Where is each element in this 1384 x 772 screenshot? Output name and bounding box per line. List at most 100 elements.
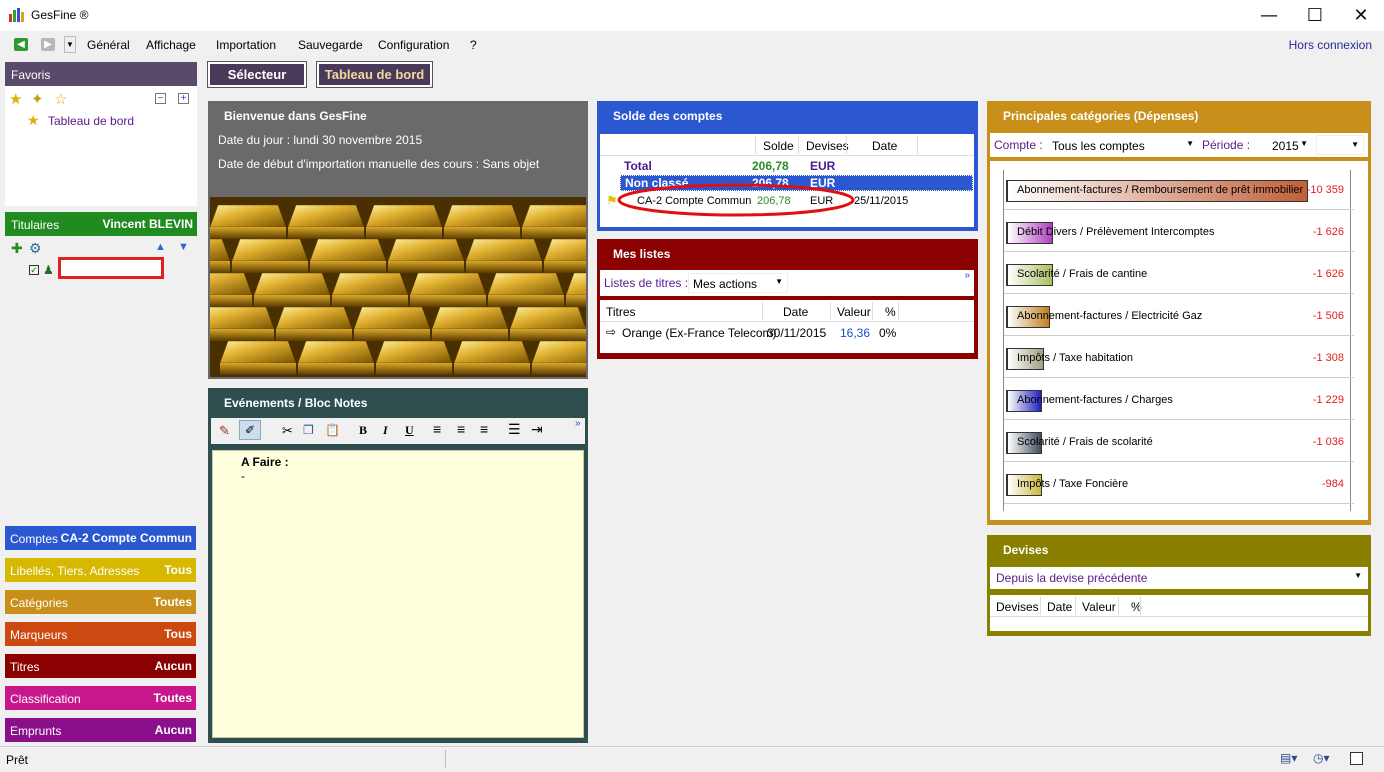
clock-icon[interactable]: ◷▾ [1313, 751, 1330, 765]
back-arrow-icon[interactable]: ◀ [14, 38, 28, 51]
period-filter-select[interactable]: 2015 ▼ [1268, 135, 1312, 155]
category-row[interactable]: Débit Divers / Prélèvement Intercomptes -… [1004, 210, 1354, 252]
add-holder-icon[interactable]: ✚ [11, 240, 23, 257]
view-mode-icon[interactable]: ▤▾ [1280, 751, 1297, 765]
note-edit-icon[interactable]: ✐ [239, 420, 261, 440]
collapse-icon[interactable]: − [155, 93, 166, 104]
category-label: Abonnement-factures / Charges [1017, 394, 1173, 406]
balances-total-row[interactable]: Total 206,78 EUR [600, 158, 974, 174]
copy-icon[interactable]: ❐ [303, 423, 314, 437]
category-label: Scolarité / Frais de cantine [1017, 268, 1148, 280]
forward-arrow-icon[interactable]: ▶ [41, 38, 55, 51]
favorite-item-dashboard[interactable]: Tableau de bord [48, 114, 134, 128]
currencies-select[interactable]: Depuis la devise précédente ▼ [990, 567, 1368, 589]
sidebar-filter-2[interactable]: Catégories Toutes [5, 590, 196, 614]
close-button[interactable]: ✕ [1338, 0, 1384, 31]
manage-favorites-icon[interactable]: ✦ [31, 90, 44, 108]
status-text: Prêt [6, 753, 29, 767]
sidebar-filter-value: Toutes [153, 691, 192, 705]
favorite-item-star-icon: ★ [27, 112, 40, 128]
lists-title: Mes listes [613, 247, 671, 261]
cut-icon[interactable]: ✂ [282, 423, 293, 439]
indent-icon[interactable]: ⇥ [531, 421, 543, 438]
menu-importation[interactable]: Importation [216, 38, 276, 52]
category-row[interactable]: Impôts / Taxe Foncière -984 [1004, 462, 1354, 504]
menu-sauvegarde[interactable]: Sauvegarde [298, 38, 363, 52]
lists-filter-label: Listes de titres : [604, 276, 689, 290]
category-row[interactable]: Abonnement-factures / Charges -1 229 [1004, 378, 1354, 420]
sidebar-filter-label: Emprunts [10, 724, 62, 738]
bold-icon[interactable]: B [359, 423, 367, 438]
category-value: -10 359 [1306, 184, 1344, 196]
add-favorite-star-icon[interactable]: ★ [9, 90, 22, 108]
list-title: Orange (Ex-France Telecom) [622, 326, 777, 340]
align-right-icon[interactable]: ≡ [480, 421, 488, 437]
menu-general[interactable]: Général [87, 38, 130, 52]
move-up-icon[interactable]: ▲ [155, 241, 166, 253]
sidebar-filter-label: Catégories [10, 596, 69, 610]
menu-configuration[interactable]: Configuration [378, 38, 449, 52]
sidebar-filter-label: Titres [10, 660, 40, 674]
categories-filter-bar: Compte : Tous les comptes ▼ Période : 20… [990, 133, 1368, 157]
sidebar-filter-1[interactable]: Libellés, Tiers, Adresses Tous [5, 558, 196, 582]
paste-icon[interactable]: 📋 [325, 423, 340, 437]
notes-editor[interactable]: A Faire : - [212, 450, 584, 738]
dashboard-button[interactable]: Tableau de bord [316, 61, 433, 88]
minimize-button[interactable]: — [1246, 0, 1292, 31]
sidebar-filter-0[interactable]: Comptes CA-2 Compte Commun [5, 526, 196, 550]
align-center-icon[interactable]: ≡ [457, 421, 465, 437]
menu-help[interactable]: ? [470, 38, 477, 52]
dropdown-arrow-icon: ▼ [775, 277, 783, 286]
sidebar-filter-5[interactable]: Classification Toutes [5, 686, 196, 710]
favorites-header: Favoris [5, 62, 197, 86]
currencies-panel: Devises Depuis la devise précédente ▼ De… [987, 535, 1371, 636]
total-label: Total [624, 159, 652, 173]
move-down-icon[interactable]: ▼ [178, 241, 189, 253]
sidebar-filter-4[interactable]: Titres Aucun [5, 654, 196, 678]
gold-bars-image [210, 197, 586, 377]
lists-filter-select[interactable]: Mes actions ▼ [688, 273, 788, 293]
align-left-icon[interactable]: ≡ [433, 421, 441, 437]
category-row[interactable]: Abonnement-factures / Electricité Gaz -1 … [1004, 294, 1354, 336]
category-row[interactable]: Scolarité / Frais de cantine -1 626 [1004, 252, 1354, 294]
category-value: -1 506 [1312, 310, 1344, 322]
category-row[interactable]: Impôts / Taxe habitation -1 308 [1004, 336, 1354, 378]
history-dropdown-icon[interactable]: ▼ [64, 36, 76, 53]
bullet-list-icon[interactable]: ☰ [508, 421, 521, 438]
italic-icon[interactable]: I [383, 423, 388, 438]
selector-button[interactable]: Sélecteur [207, 61, 307, 88]
holder-settings-icon[interactable]: ⚙ [29, 240, 42, 257]
col-solde: Solde [763, 139, 794, 153]
account-filter-select[interactable]: Tous les comptes ▼ [1048, 135, 1198, 155]
spellcheck-icon[interactable]: ✎ [219, 423, 230, 439]
connection-status-link[interactable]: Hors connexion [1289, 38, 1372, 52]
maximize-button[interactable]: ☐ [1292, 0, 1338, 31]
favorite-star-icon[interactable]: ☆ [54, 90, 67, 108]
category-label: Abonnement-factures / Electricité Gaz [1017, 310, 1203, 322]
menu-affichage[interactable]: Affichage [146, 38, 196, 52]
list-pct: 0% [879, 326, 897, 340]
sidebar-filter-3[interactable]: Marqueurs Tous [5, 622, 196, 646]
holder-checkbox[interactable]: ✓ [29, 265, 39, 275]
category-row[interactable]: Scolarité / Frais de scolarité -1 036 [1004, 420, 1354, 462]
holder-person-icon: ♟ [43, 263, 54, 277]
holder-name-input[interactable] [58, 257, 164, 279]
secondary-dropdown[interactable]: ▼ [1316, 135, 1364, 155]
note-line: - [241, 469, 245, 483]
lists-header-row: Titres Date Valeur % [600, 300, 974, 322]
lists-overflow-icon[interactable]: » [964, 270, 970, 281]
category-row[interactable]: Abonnement-factures / Remboursement de p… [1004, 168, 1354, 210]
toolbar-overflow-icon[interactable]: » [575, 418, 581, 429]
lists-row[interactable]: ⇨ Orange (Ex-France Telecom) 30/11/2015 … [600, 324, 974, 342]
row-arrow-icon: ⇨ [606, 325, 617, 339]
expand-icon[interactable]: + [178, 93, 189, 104]
category-value: -1 626 [1312, 268, 1344, 280]
balances-title: Solde des comptes [613, 109, 723, 123]
lists-panel: Mes listes Listes de titres : Mes action… [597, 239, 978, 359]
status-checkbox[interactable] [1350, 752, 1363, 765]
title-bar: GesFine ® — ☐ ✕ [0, 0, 1384, 31]
col-pct: % [885, 305, 896, 319]
underline-icon[interactable]: U [405, 423, 414, 438]
sidebar-filter-6[interactable]: Emprunts Aucun [5, 718, 196, 742]
menu-bar: ◀ ▶ ▼ [0, 33, 1384, 57]
